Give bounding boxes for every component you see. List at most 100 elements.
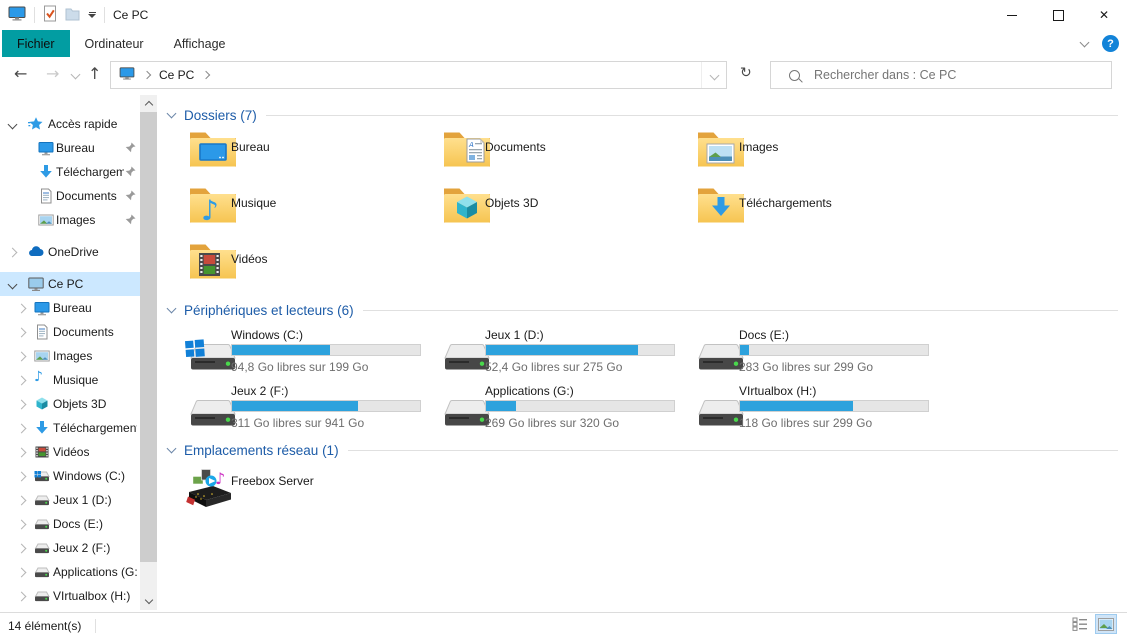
collapse-chevron-icon[interactable] [167, 304, 177, 314]
recent-locations-chevron-icon[interactable] [71, 70, 81, 80]
folder-tile-images[interactable]: Images [692, 128, 936, 178]
sidebar-item-documents[interactable]: Documents [0, 320, 140, 344]
sidebar-item-telechargements-qa[interactable]: Téléchargements [0, 160, 140, 184]
sidebar-item-musique[interactable]: ♪ Musique [0, 368, 140, 392]
sidebar-scrollbar[interactable] [140, 95, 157, 610]
help-button[interactable]: ? [1102, 35, 1119, 52]
folder-tile-bureau[interactable]: Bureau [184, 128, 428, 178]
disk-usage-bar [231, 400, 421, 412]
close-button[interactable]: ✕ [1081, 0, 1127, 30]
ribbon-right-controls: ? [1081, 30, 1119, 57]
drive-tile-applications-g[interactable]: Applications (G:) 269 Go libres sur 320 … [438, 382, 682, 432]
properties-button[interactable] [43, 5, 57, 25]
refresh-button[interactable]: ↻ [740, 66, 752, 80]
details-view-button[interactable] [1069, 614, 1091, 634]
sidebar-item-label: Images [53, 349, 92, 363]
thumbnail-view-button[interactable] [1095, 614, 1117, 634]
sidebar-item-label: Docs (E:) [53, 517, 103, 531]
address-bar[interactable]: Ce PC [110, 61, 727, 89]
drive-name: Jeux 2 (F:) [231, 384, 288, 398]
drive-tile-docs-e[interactable]: Docs (E:) 283 Go libres sur 299 Go [692, 326, 936, 376]
scroll-up-arrow-icon[interactable] [140, 95, 157, 112]
view-buttons [1069, 614, 1117, 634]
minimize-button[interactable] [989, 0, 1035, 30]
expander-chevron-icon[interactable] [8, 280, 18, 290]
tab-affichage[interactable]: Affichage [159, 30, 241, 57]
sidebar-item-acces-rapide[interactable]: Accès rapide [0, 112, 140, 136]
sidebar-item-label: Bureau [56, 141, 95, 155]
sidebar-item-docs-e[interactable]: Docs (E:) [0, 512, 140, 536]
sidebar-item-images-qa[interactable]: Images [0, 208, 140, 232]
sidebar-item-virtualbox-h[interactable]: VIrtualbox (H:) [0, 584, 140, 608]
drive-tile-windows-c[interactable]: Windows (C:) 94,8 Go libres sur 199 Go [184, 326, 428, 376]
expander-chevron-icon[interactable] [17, 472, 27, 482]
sidebar-item-bureau-qa[interactable]: Bureau [0, 136, 140, 160]
sidebar-item-documents-qa[interactable]: Documents [0, 184, 140, 208]
sidebar-item-objets-3d[interactable]: Objets 3D [0, 392, 140, 416]
expander-chevron-icon[interactable] [8, 120, 18, 130]
expander-chevron-icon[interactable] [17, 520, 27, 530]
sidebar-item-windows-c[interactable]: Windows (C:) [0, 464, 140, 488]
expander-chevron-icon[interactable] [17, 352, 27, 362]
expander-chevron-icon[interactable] [17, 328, 27, 338]
tab-fichier[interactable]: Fichier [2, 30, 70, 57]
expander-chevron-icon[interactable] [17, 592, 27, 602]
folder-tile-objets-3d[interactable]: Objets 3D [438, 184, 682, 234]
tab-ordinateur[interactable]: Ordinateur [70, 30, 159, 57]
maximize-button[interactable] [1035, 0, 1081, 30]
sidebar-item-jeux-2-f[interactable]: Jeux 2 (F:) [0, 536, 140, 560]
sidebar-item-applications-g[interactable]: Applications (G:) [0, 560, 140, 584]
group-rule [266, 115, 1118, 116]
scroll-down-arrow-icon[interactable] [140, 593, 157, 610]
expander-chevron-icon[interactable] [17, 400, 27, 410]
expander-chevron-icon[interactable] [17, 568, 27, 578]
sidebar-item-images[interactable]: Images [0, 344, 140, 368]
network-tile-freebox-server[interactable]: ♪ Freebox Server [184, 464, 428, 514]
title-bar: Ce PC ✕ [0, 0, 1127, 30]
item-count: 14 élément(s) [8, 619, 81, 633]
expander-chevron-icon[interactable] [17, 448, 27, 458]
collapse-chevron-icon[interactable] [167, 444, 177, 454]
forward-button[interactable]: → [46, 66, 59, 82]
sidebar-item-bureau[interactable]: Bureau [0, 296, 140, 320]
sidebar-item-videos[interactable]: Vidéos [0, 440, 140, 464]
folder-tile-documents[interactable]: A Documents [438, 128, 682, 178]
expander-chevron-icon[interactable] [17, 544, 27, 554]
folder-tile-videos[interactable]: Vidéos [184, 240, 428, 290]
folder-tile-telechargements[interactable]: Téléchargements [692, 184, 936, 234]
breadcrumb-chevron-icon[interactable] [143, 71, 151, 79]
address-dropdown-button[interactable] [701, 62, 726, 88]
back-button[interactable]: ← [14, 66, 27, 82]
sidebar-item-telechargements[interactable]: Téléchargements [0, 416, 140, 440]
drive-tile-jeux-2-f[interactable]: Jeux 2 (F:) 311 Go libres sur 941 Go [184, 382, 428, 432]
expander-chevron-icon[interactable] [17, 304, 27, 314]
search-box[interactable]: Rechercher dans : Ce PC [770, 61, 1112, 89]
sidebar-item-label: Musique [53, 373, 98, 387]
drive-tile-virtualbox-h[interactable]: VIrtualbox (H:) 118 Go libres sur 299 Go [692, 382, 936, 432]
scrollbar-thumb[interactable] [140, 112, 157, 562]
up-button[interactable]: ↑ [88, 66, 101, 82]
group-header-reseau[interactable]: Emplacements réseau (1) [168, 441, 1118, 459]
new-folder-button[interactable] [65, 6, 80, 24]
group-header-dossiers[interactable]: Dossiers (7) [168, 106, 1118, 124]
sidebar-item-ce-pc[interactable]: Ce PC [0, 272, 140, 296]
quick-access-icon [28, 116, 44, 132]
drive-tile-jeux-1-d[interactable]: Jeux 1 (D:) 52,4 Go libres sur 275 Go [438, 326, 682, 376]
expand-ribbon-chevron-icon[interactable] [1080, 37, 1090, 47]
sidebar-item-label: Bureau [53, 301, 92, 315]
customize-qat-button[interactable] [88, 12, 96, 18]
sidebar-item-jeux-1-d[interactable]: Jeux 1 (D:) [0, 488, 140, 512]
breadcrumb-item[interactable]: Ce PC [159, 68, 194, 82]
breadcrumb-chevron-icon[interactable] [202, 71, 210, 79]
disk-usage-fill [740, 401, 853, 411]
expander-chevron-icon[interactable] [17, 376, 27, 386]
sidebar-item-label: Jeux 1 (D:) [53, 493, 112, 507]
expander-chevron-icon[interactable] [17, 424, 27, 434]
disk-usage-bar [739, 344, 929, 356]
folder-tile-musique[interactable]: ♪ Musique [184, 184, 428, 234]
sidebar-item-onedrive[interactable]: OneDrive [0, 240, 140, 264]
collapse-chevron-icon[interactable] [167, 109, 177, 119]
expander-chevron-icon[interactable] [17, 496, 27, 506]
group-header-peripheriques[interactable]: Périphériques et lecteurs (6) [168, 301, 1118, 319]
expander-chevron-icon[interactable] [8, 248, 18, 258]
